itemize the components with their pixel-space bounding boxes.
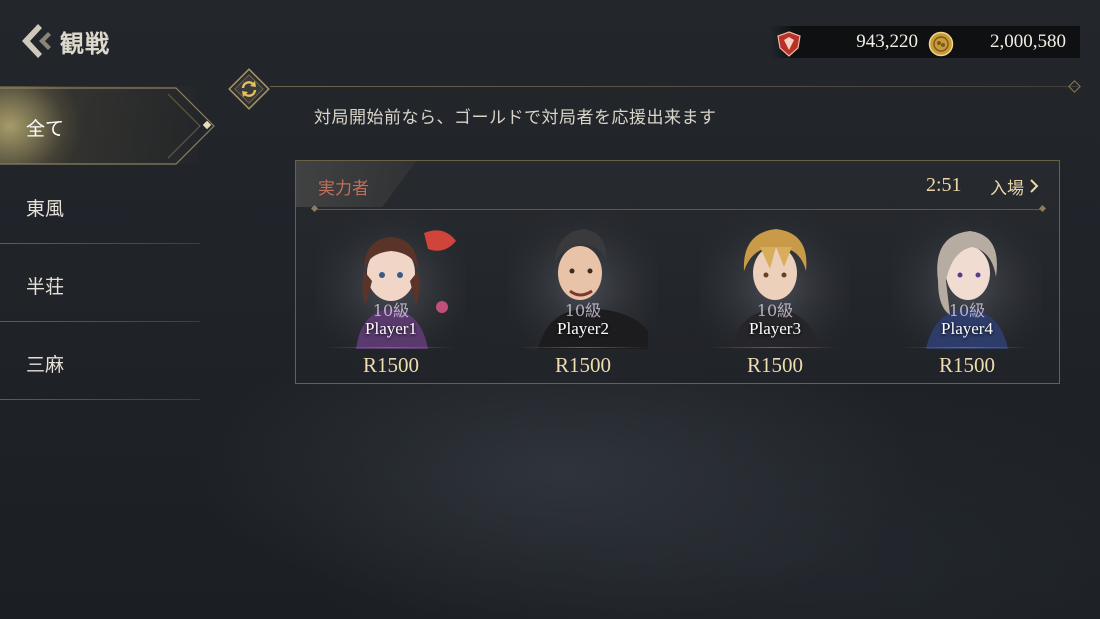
refresh-icon [228,68,270,110]
tab-sanma-label: 三麻 [26,354,65,376]
player-level: 10級 [948,301,986,320]
player-name: Player3 [749,319,801,338]
player-name: Player1 [365,319,417,338]
match-timer: 2:51 [926,174,962,196]
player-rating: R1500 [746,353,803,377]
header-divider [270,86,1078,87]
chevron-right-icon [1030,179,1039,193]
player-name: Player2 [557,319,609,338]
tab-hanchan[interactable]: 半荘 [0,244,200,322]
tab-sanma[interactable]: 三麻 [0,322,200,400]
name-divider [518,347,648,348]
gold-balance: 2,000,580 [928,26,1066,58]
name-divider [902,347,1032,348]
match-card[interactable]: 実力者 2:51 入場 10級 Player1 R1500 10級 Player… [295,160,1060,384]
name-divider [710,347,840,348]
currency-bar: 943,220 2,000,580 [770,26,1080,58]
name-divider [326,347,456,348]
card-divider [314,209,1042,210]
player-rating: R1500 [362,353,419,377]
player-slot[interactable]: 10級 Player4 R1500 [892,211,1042,381]
spectate-screen: 観戦 943,220 2,000,580 対局開始前なら、ゴールドで対局者を応援… [0,0,1100,619]
tab-tonpu-label: 東風 [26,198,65,220]
refresh-button[interactable] [226,66,272,112]
gold-amount: 2,000,580 [990,31,1066,52]
rank-label: 実力者 [318,179,369,199]
tab-divider [0,399,200,400]
chevron-left-icon [22,24,51,58]
player-slot[interactable]: 10級 Player2 R1500 [508,211,658,381]
back-button[interactable] [18,22,54,60]
player-name: Player4 [941,319,993,338]
enter-label: 入場 [990,178,1024,199]
tab-all[interactable]: 全て [0,86,215,165]
tab-hanchan-label: 半荘 [26,276,65,298]
player-slot[interactable]: 10級 Player3 R1500 [700,211,850,381]
player-slot[interactable]: 10級 Player1 R1500 [316,211,466,381]
player-rating: R1500 [938,353,995,377]
gem-shield-icon [777,30,801,57]
sidebar: 全て 東風 半荘 三麻 [0,86,220,406]
hint-text: 対局開始前なら、ゴールドで対局者を応援出来ます [314,108,717,128]
tab-tonpu[interactable]: 東風 [0,166,200,244]
divider-end-ornament [1068,80,1081,93]
gold-coin-icon [928,31,954,56]
tab-all-label: 全て [26,118,65,140]
player-level: 10級 [564,301,602,320]
player-level: 10級 [756,301,794,320]
enter-button[interactable]: 入場 [990,173,1040,199]
gem-amount: 943,220 [856,31,918,52]
player-rating: R1500 [554,353,611,377]
player-level: 10級 [372,301,410,320]
page-title: 観戦 [60,29,110,58]
gem-balance: 943,220 [776,26,918,58]
